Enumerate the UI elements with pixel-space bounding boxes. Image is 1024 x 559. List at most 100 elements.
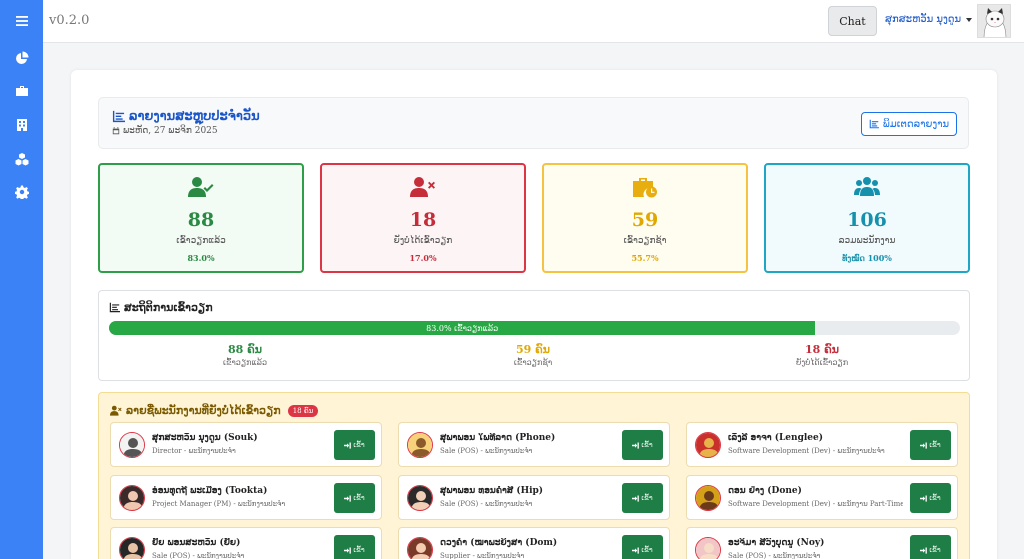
absent-employees-panel: ລາຍຊື່ພະນັກງານທີ່ຍັງບໍ່ໄດ້ເຂົ້າວຽກ 18 ຄົ…: [98, 392, 970, 559]
stat-value: 106: [847, 209, 887, 231]
pie-chart-icon[interactable]: [0, 47, 43, 69]
employee-role: Software Development (Dev) - ພະນັກງານປະຈ…: [728, 447, 885, 455]
user-name: ສຸກສະຫວັນ ນຸງດູນ: [885, 14, 962, 25]
user-menu-dropdown[interactable]: ສຸກສະຫວັນ ນຸງດູນ: [885, 14, 973, 25]
chart-icon: [869, 119, 879, 129]
employee-avatar: [695, 485, 721, 511]
stat-percent: ທັງໝົດ 100%: [842, 253, 892, 263]
absent-employees-title-text: ລາຍຊື່ພະນັກງານທີ່ຍັງບໍ່ໄດ້ເຂົ້າວຽກ: [126, 404, 281, 417]
employee-avatar: [407, 537, 433, 559]
employee-role: Software Development (Dev) - ພະນັກງານ Pa…: [728, 500, 903, 508]
check-in-button[interactable]: ເຂົ້າ: [910, 430, 951, 460]
employee-card: ອ່ອນທຸດຖີ ພະເມືອງ (Tookta) Project Manage…: [110, 475, 382, 520]
stat-card-not-checked-in: 18 ຍັງບໍ່ໄດ້ເຂົ້າວຽກ 17.0%: [320, 163, 526, 273]
employee-card: ອະຈິມາ ສີວົງບຸດນູ (Noy) Sale (POS) - ພະນັ…: [686, 527, 958, 559]
list-chart-icon: [112, 110, 125, 123]
check-in-button[interactable]: ເຂົ້າ: [910, 483, 951, 513]
chat-button[interactable]: Chat: [828, 6, 877, 36]
employee-role: Project Manager (PM) - ພະນັກງານປະຈຳ: [152, 500, 286, 508]
user-x-icon: [410, 177, 435, 197]
check-in-label: ເຂົ້າ: [641, 441, 653, 449]
stat-percent: 83.0%: [187, 253, 215, 263]
employee-role: Director - ພະນັກງານປະຈຳ: [152, 447, 236, 455]
user-check-icon: [188, 177, 214, 197]
cubes-icon[interactable]: [0, 148, 43, 170]
employee-role: Sale (POS) - ພະນັກງານປະຈຳ: [728, 552, 821, 559]
absent-count-badge: 18 ຄົນ: [287, 404, 319, 417]
check-in-label: ເຂົ້າ: [353, 494, 365, 502]
sign-in-icon: [920, 546, 928, 554]
employee-avatar: [407, 485, 433, 511]
employee-name: ອະຈິມາ ສີວົງບຸດນູ (Noy): [728, 538, 825, 548]
briefcase-icon[interactable]: [0, 80, 43, 102]
absent-employees-title: ລາຍຊື່ພະນັກງານທີ່ຍັງບໍ່ໄດ້ເຂົ້າວຽກ 18 ຄົ…: [110, 404, 319, 417]
employee-role: Sale (POS) - ພະນັກງານປະຈຳ: [440, 447, 533, 455]
check-in-label: ເຂົ້າ: [929, 546, 941, 554]
employee-role: Sale (POS) - ພະນັກງານປະຈຳ: [440, 500, 533, 508]
sign-in-icon: [632, 441, 640, 449]
check-in-label: ເຂົ້າ: [353, 546, 365, 554]
stat-label: ລວມພະນັກງານ: [838, 236, 896, 246]
employee-card: ສຸພາພອນ ໃພທີລາດ (Phone) Sale (POS) - ພະນັ…: [398, 422, 670, 467]
summary-value: 59 ຄົນ: [516, 343, 550, 356]
check-in-button[interactable]: ເຂົ້າ: [910, 535, 951, 559]
check-in-button[interactable]: ເຂົ້າ: [622, 535, 663, 559]
sign-in-icon: [920, 441, 928, 449]
employee-card: ສຸພາພອນ ທອນຄຳສີ (Hip) Sale (POS) - ພະນັກງ…: [398, 475, 670, 520]
sign-in-icon: [632, 546, 640, 554]
stat-card-total: 106 ລວມພະນັກງານ ທັງໝົດ 100%: [764, 163, 970, 273]
employee-name: ເລັງລີ ອາຈາ (Lenglee): [728, 433, 824, 443]
check-in-label: ເຂົ້າ: [929, 441, 941, 449]
stat-percent: 17.0%: [409, 253, 437, 263]
menu-icon[interactable]: [0, 10, 43, 32]
caret-down-icon: [966, 17, 973, 22]
check-in-button[interactable]: ເຂົ້າ: [334, 535, 375, 559]
employee-avatar: [119, 537, 145, 559]
report-header: ລາຍງານສະຫຼຸບປະຈຳວັນ ພະຫັດ, 27 ພະຈິກ 2025…: [98, 97, 969, 149]
stat-label: ຍັງບໍ່ໄດ້ເຂົ້າວຽກ: [393, 236, 453, 246]
sign-in-icon: [344, 546, 352, 554]
summary-label: ເຂົ້າວຽກແລ້ວ: [222, 358, 268, 367]
sign-in-icon: [344, 441, 352, 449]
print-report-button[interactable]: ພິມເຕດລາຍງານ: [861, 112, 957, 136]
summary-value: 88 ຄົນ: [228, 343, 262, 356]
attendance-progress-bar: 83.0% ເຂົ້າວຽກແລ້ວ: [109, 321, 960, 335]
sign-in-icon: [344, 494, 352, 502]
check-in-button[interactable]: ເຂົ້າ: [334, 430, 375, 460]
employee-role: Supplier - ພະນັກງານປະຈຳ: [440, 552, 525, 559]
summary-not-checked-in: 18 ຄົນ ຍັງບໍ່ໄດ້ເຂົ້າວຽກ: [722, 343, 922, 367]
employee-role: Sale (POS) - ພະນັກງານປະຈຳ: [152, 552, 245, 559]
summary-label: ຍັງບໍ່ໄດ້ເຂົ້າວຽກ: [795, 358, 849, 367]
stat-label: ເຂົ້າວຽກແລ້ວ: [176, 236, 226, 246]
stat-label: ເຂົ້າວຽກຊ້າ: [623, 236, 667, 246]
check-in-label: ເຂົ້າ: [641, 494, 653, 502]
employee-card: ສຸກສະຫວັນ ນຸງດູນ (Souk) Director - ພະນັກງ…: [110, 422, 382, 467]
employee-card: ຢົ້ຍ ພອນສະຫວັນ (ຢົ້ຍ) Sale (POS) - ພະນັກງ…: [110, 527, 382, 559]
user-avatar[interactable]: [977, 4, 1011, 38]
check-in-button[interactable]: ເຂົ້າ: [334, 483, 375, 513]
employee-card: ເລັງລີ ອາຈາ (Lenglee) Software Developmen…: [686, 422, 958, 467]
stat-value: 59: [631, 209, 659, 231]
top-navbar: v0.2.0 Chat ສຸກສະຫວັນ ນຸງດູນ: [43, 0, 1024, 43]
employee-name: ສຸພາພອນ ໃພທີລາດ (Phone): [440, 433, 556, 443]
attendance-progress-fill: 83.0% ເຂົ້າວຽກແລ້ວ: [109, 321, 816, 335]
report-date-text: ພະຫັດ, 27 ພະຈິກ 2025: [123, 126, 218, 136]
check-in-button[interactable]: ເຂົ້າ: [622, 430, 663, 460]
employee-avatar: [407, 432, 433, 458]
gear-icon[interactable]: [0, 181, 43, 203]
app-version: v0.2.0: [49, 13, 90, 28]
building-icon[interactable]: [0, 114, 43, 136]
sidebar: [0, 0, 43, 559]
employee-name: ຢົ້ຍ ພອນສະຫວັນ (ຢົ້ຍ): [152, 538, 241, 548]
employee-name: ອ່ອນທຸດຖີ ພະເມືອງ (Tookta): [152, 486, 268, 496]
check-in-button[interactable]: ເຂົ້າ: [622, 483, 663, 513]
employee-name: ດອນ ຢ່າງ (Done): [728, 486, 802, 496]
stat-card-checked-in: 88 ເຂົ້າວຽກແລ້ວ 83.0%: [98, 163, 304, 273]
report-title: ລາຍງານສະຫຼຸບປະຈຳວັນ: [112, 109, 260, 124]
check-in-label: ເຂົ້າ: [929, 494, 941, 502]
attendance-stats-title: ສະຖິຕິການເຂົ້າວຽກ: [109, 301, 213, 314]
stat-value: 18: [409, 209, 437, 231]
stat-card-late: 59 ເຂົ້າວຽກຊ້າ 55.7%: [542, 163, 748, 273]
chart-icon: [109, 302, 120, 313]
employee-card: ດອນ ຢ່າງ (Done) Software Development (Dev…: [686, 475, 958, 520]
